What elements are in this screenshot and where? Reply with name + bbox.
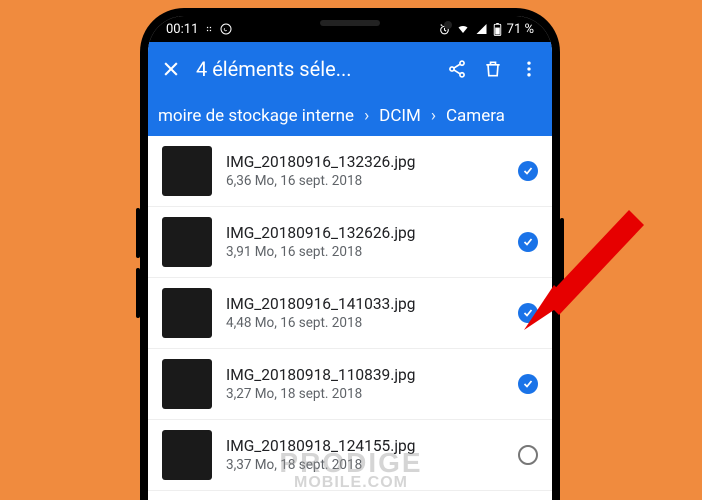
delete-icon[interactable] bbox=[482, 58, 504, 80]
file-thumbnail bbox=[162, 146, 212, 196]
file-thumbnail bbox=[162, 288, 212, 338]
battery-icon bbox=[493, 23, 502, 36]
file-name: IMG_20180916_132626.jpg bbox=[226, 224, 504, 242]
close-icon[interactable] bbox=[160, 58, 182, 80]
file-meta: 4,48 Mo, 16 sept. 2018 bbox=[226, 315, 504, 331]
file-info: IMG_20180916_132326.jpg 6,36 Mo, 16 sept.… bbox=[226, 153, 504, 189]
signal-icon bbox=[475, 23, 488, 35]
breadcrumb-segment[interactable]: DCIM bbox=[379, 106, 421, 126]
screen: 00:11 bbox=[148, 16, 552, 500]
file-thumbnail bbox=[162, 217, 212, 267]
phone-frame: 00:11 bbox=[140, 8, 560, 500]
share-icon[interactable] bbox=[446, 58, 468, 80]
file-meta: 6,36 Mo, 16 sept. 2018 bbox=[226, 173, 504, 189]
file-meta: 3,27 Mo, 18 sept. 2018 bbox=[226, 386, 504, 402]
file-info: IMG_20180916_132626.jpg 3,91 Mo, 16 sept.… bbox=[226, 224, 504, 260]
file-info: IMG_20180918_124155.jpg 3,37 Mo, 18 sept.… bbox=[226, 437, 504, 473]
chevron-right-icon: › bbox=[431, 106, 436, 126]
file-info: IMG_20180918_110839.jpg 3,27 Mo, 18 sept.… bbox=[226, 366, 504, 402]
file-row[interactable]: IMG_20180918_110839.jpg 3,27 Mo, 18 sept.… bbox=[148, 349, 552, 420]
breadcrumb-segment[interactable]: moire de stockage interne bbox=[158, 106, 354, 126]
wifi-icon bbox=[456, 23, 470, 35]
status-time: 00:11 bbox=[166, 22, 198, 37]
checkbox-unselected[interactable] bbox=[518, 445, 538, 465]
app-bar: 4 éléments séle... bbox=[148, 42, 552, 96]
chevron-right-icon: › bbox=[364, 106, 369, 126]
file-list[interactable]: IMG_20180916_132326.jpg 6,36 Mo, 16 sept.… bbox=[148, 136, 552, 500]
checkmark-icon[interactable] bbox=[518, 232, 538, 252]
checkmark-icon[interactable] bbox=[518, 161, 538, 181]
status-bar: 00:11 bbox=[148, 16, 552, 42]
checkmark-icon[interactable] bbox=[518, 374, 538, 394]
file-meta: 3,91 Mo, 16 sept. 2018 bbox=[226, 244, 504, 260]
checkmark-icon[interactable] bbox=[518, 303, 538, 323]
file-meta: 3,37 Mo, 18 sept. 2018 bbox=[226, 457, 504, 473]
whatsapp-icon bbox=[220, 23, 232, 35]
file-name: IMG_20180916_132326.jpg bbox=[226, 153, 504, 171]
file-name: IMG_20180918_110839.jpg bbox=[226, 366, 504, 384]
file-thumbnail bbox=[162, 430, 212, 480]
network-icon bbox=[204, 24, 214, 34]
file-thumbnail bbox=[162, 359, 212, 409]
breadcrumb-segment[interactable]: Camera bbox=[446, 106, 505, 126]
file-row[interactable]: IMG_20180918_124155.jpg 3,37 Mo, 18 sept.… bbox=[148, 420, 552, 491]
file-name: IMG_20180918_124155.jpg bbox=[226, 437, 504, 455]
more-icon[interactable] bbox=[518, 58, 540, 80]
breadcrumb[interactable]: moire de stockage interne › DCIM › Camer… bbox=[148, 96, 552, 136]
status-battery-pct: 71 % bbox=[507, 22, 534, 37]
file-row[interactable]: IMG_20180916_132626.jpg 3,91 Mo, 16 sept.… bbox=[148, 207, 552, 278]
file-info: IMG_20180916_141033.jpg 4,48 Mo, 16 sept.… bbox=[226, 295, 504, 331]
file-row[interactable]: IMG_20180916_132326.jpg 6,36 Mo, 16 sept.… bbox=[148, 136, 552, 207]
file-name: IMG_20180916_141033.jpg bbox=[226, 295, 504, 313]
selection-title: 4 éléments séle... bbox=[196, 57, 432, 81]
file-row[interactable]: IMG_20180916_141033.jpg 4,48 Mo, 16 sept.… bbox=[148, 278, 552, 349]
